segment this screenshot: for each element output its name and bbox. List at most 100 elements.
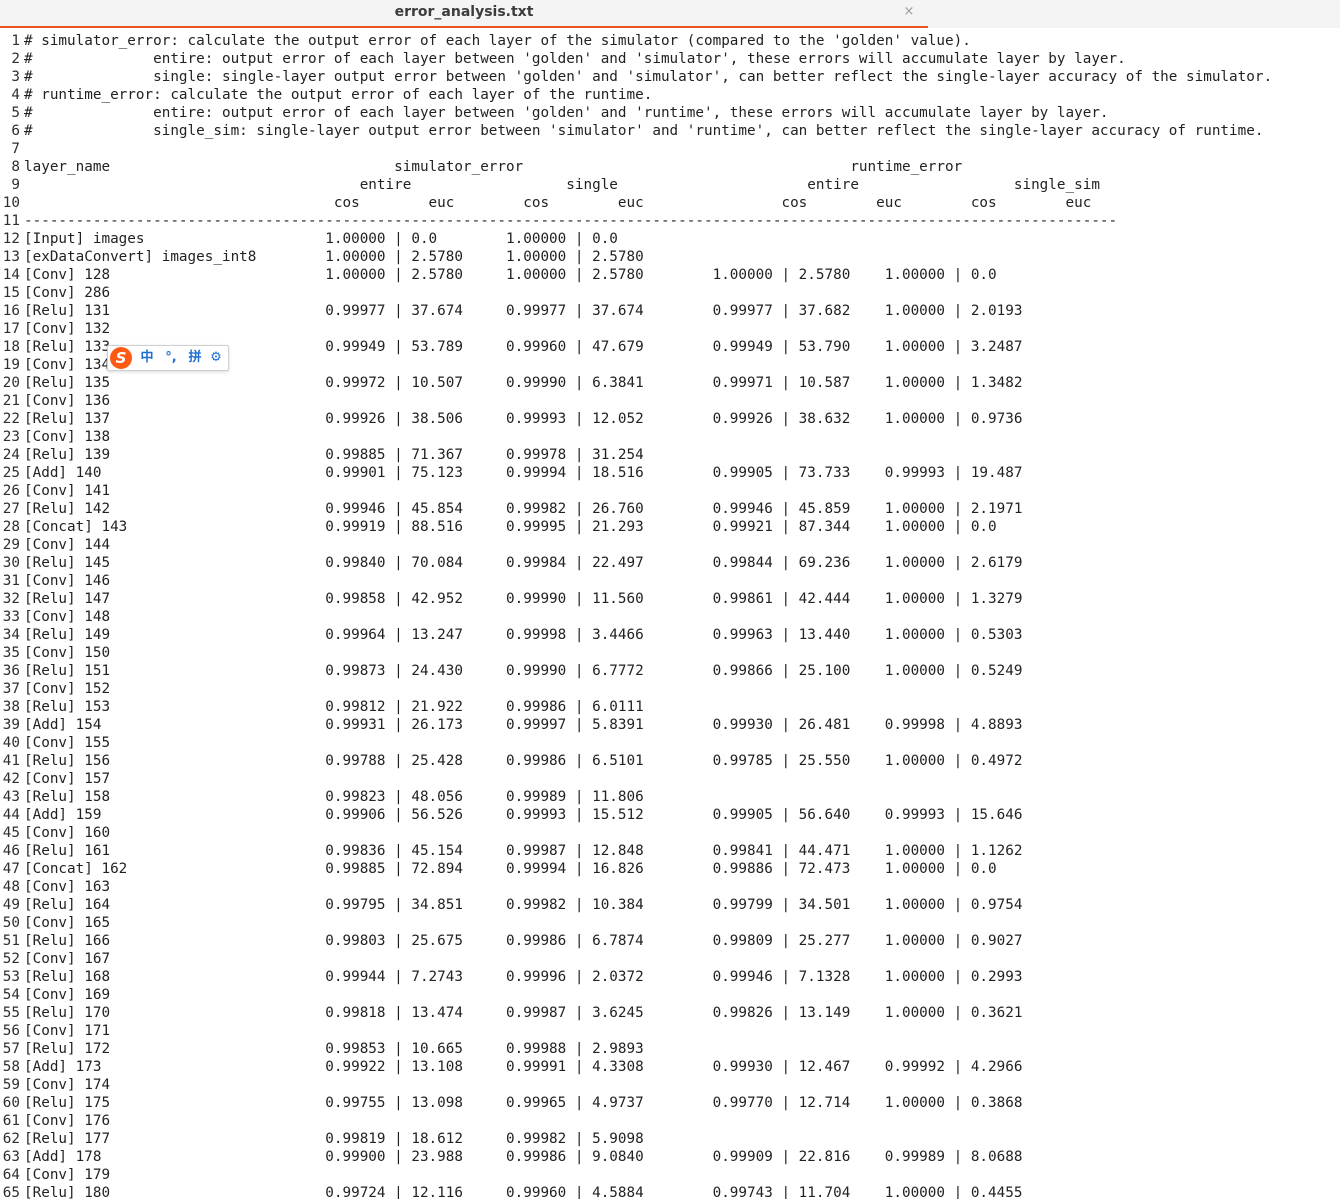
editor-line-48: 48 [Conv] 163 bbox=[0, 878, 1340, 896]
line-text: cos euc cos euc cos euc cos euc bbox=[24, 195, 1092, 211]
editor-line-28: 28 [Concat] 143 0.99919 | 88.516 0.99995 … bbox=[0, 518, 1340, 536]
line-text: [Relu] 149 0.99964 | 13.247 0.99998 | 3.… bbox=[24, 627, 1023, 643]
pinyin-toggle[interactable]: 拼 bbox=[186, 349, 204, 367]
gear-icon[interactable]: ⚙ bbox=[207, 349, 225, 367]
editor-line-65: 65 [Relu] 180 0.99724 | 12.116 0.99960 | … bbox=[0, 1184, 1340, 1199]
line-number: 60 bbox=[2, 1095, 20, 1111]
editor-line-33: 33 [Conv] 148 bbox=[0, 608, 1340, 626]
editor-line-32: 32 [Relu] 147 0.99858 | 42.952 0.99990 | … bbox=[0, 590, 1340, 608]
editor-line-37: 37 [Conv] 152 bbox=[0, 680, 1340, 698]
line-text: [Relu] 175 0.99755 | 13.098 0.99965 | 4.… bbox=[24, 1095, 1023, 1111]
editor-line-50: 50 [Conv] 165 bbox=[0, 914, 1340, 932]
punctuation-toggle[interactable]: °, bbox=[160, 349, 182, 367]
text-editor-window: error_analysis.txt × 1 # simulator_error:… bbox=[0, 0, 1340, 1199]
line-number: 38 bbox=[2, 699, 20, 715]
line-number: 47 bbox=[2, 861, 20, 877]
chinese-mode-toggle[interactable]: 中 bbox=[138, 349, 156, 367]
tab-title: error_analysis.txt bbox=[394, 4, 534, 20]
line-number: 26 bbox=[2, 483, 20, 499]
line-number: 42 bbox=[2, 771, 20, 787]
line-text: [Relu] 142 0.99946 | 45.854 0.99982 | 26… bbox=[24, 501, 1023, 517]
line-number: 20 bbox=[2, 375, 20, 391]
line-number: 58 bbox=[2, 1059, 20, 1075]
editor-line-3: 3 # single: single-layer output error bet… bbox=[0, 68, 1340, 86]
text-editor-content[interactable]: 1 # simulator_error: calculate the output… bbox=[0, 32, 1340, 1199]
line-number: 33 bbox=[2, 609, 20, 625]
line-number: 35 bbox=[2, 645, 20, 661]
line-text: [Conv] 136 bbox=[24, 393, 111, 409]
editor-line-61: 61 [Conv] 176 bbox=[0, 1112, 1340, 1130]
editor-line-22: 22 [Relu] 137 0.99926 | 38.506 0.99993 | … bbox=[0, 410, 1340, 428]
editor-line-29: 29 [Conv] 144 bbox=[0, 536, 1340, 554]
line-number: 5 bbox=[11, 105, 20, 121]
editor-line-7: 7 bbox=[0, 140, 1340, 158]
editor-line-51: 51 [Relu] 166 0.99803 | 25.675 0.99986 | … bbox=[0, 932, 1340, 950]
editor-line-52: 52 [Conv] 167 bbox=[0, 950, 1340, 968]
editor-line-31: 31 [Conv] 146 bbox=[0, 572, 1340, 590]
line-text: [Conv] 176 bbox=[24, 1113, 111, 1129]
line-text: # single: single-layer output error betw… bbox=[24, 69, 1273, 85]
editor-line-11: 11 --------------------------------------… bbox=[0, 212, 1340, 230]
editor-line-16: 16 [Relu] 131 0.99977 | 37.674 0.99977 | … bbox=[0, 302, 1340, 320]
editor-line-9: 9 entire single entire single_sim bbox=[0, 176, 1340, 194]
line-number: 6 bbox=[11, 123, 20, 139]
tab-error-analysis[interactable]: error_analysis.txt × bbox=[0, 0, 928, 28]
editor-line-40: 40 [Conv] 155 bbox=[0, 734, 1340, 752]
editor-line-21: 21 [Conv] 136 bbox=[0, 392, 1340, 410]
line-number: 13 bbox=[2, 249, 20, 265]
editor-line-54: 54 [Conv] 169 bbox=[0, 986, 1340, 1004]
line-text: [Conv] 132 bbox=[24, 321, 111, 337]
editor-line-1: 1 # simulator_error: calculate the output… bbox=[0, 32, 1340, 50]
editor-line-46: 46 [Relu] 161 0.99836 | 45.154 0.99987 | … bbox=[0, 842, 1340, 860]
line-number: 31 bbox=[2, 573, 20, 589]
line-number: 50 bbox=[2, 915, 20, 931]
editor-line-20: 20 [Relu] 135 0.99972 | 10.507 0.99990 | … bbox=[0, 374, 1340, 392]
editor-line-14: 14 [Conv] 128 1.00000 | 2.5780 1.00000 | … bbox=[0, 266, 1340, 284]
line-text: [Relu] 151 0.99873 | 24.430 0.99990 | 6.… bbox=[24, 663, 1023, 679]
line-number: 3 bbox=[11, 69, 20, 85]
editor-line-64: 64 [Conv] 179 bbox=[0, 1166, 1340, 1184]
line-text: [Conv] 171 bbox=[24, 1023, 111, 1039]
sogou-logo-icon[interactable]: S bbox=[110, 347, 132, 369]
close-icon[interactable]: × bbox=[900, 3, 918, 21]
editor-line-47: 47 [Concat] 162 0.99885 | 72.894 0.99994 … bbox=[0, 860, 1340, 878]
line-number: 45 bbox=[2, 825, 20, 841]
editor-line-44: 44 [Add] 159 0.99906 | 56.526 0.99993 | 1… bbox=[0, 806, 1340, 824]
line-number: 36 bbox=[2, 663, 20, 679]
line-text: [Relu] 168 0.99944 | 7.2743 0.99996 | 2.… bbox=[24, 969, 1023, 985]
line-text: [Relu] 139 0.99885 | 71.367 0.99978 | 31… bbox=[24, 447, 644, 463]
line-number: 10 bbox=[2, 195, 20, 211]
line-number: 34 bbox=[2, 627, 20, 643]
line-text: [Relu] 153 0.99812 | 21.922 0.99986 | 6.… bbox=[24, 699, 644, 715]
editor-line-15: 15 [Conv] 286 bbox=[0, 284, 1340, 302]
line-text: [Conv] 141 bbox=[24, 483, 111, 499]
line-number: 12 bbox=[2, 231, 20, 247]
line-number: 24 bbox=[2, 447, 20, 463]
line-text: [Conv] 160 bbox=[24, 825, 111, 841]
editor-line-62: 62 [Relu] 177 0.99819 | 18.612 0.99982 | … bbox=[0, 1130, 1340, 1148]
line-text: [Conv] 144 bbox=[24, 537, 111, 553]
line-text: # entire: output error of each layer bet… bbox=[24, 51, 1126, 67]
line-number: 37 bbox=[2, 681, 20, 697]
line-number: 8 bbox=[11, 159, 20, 175]
editor-line-59: 59 [Conv] 174 bbox=[0, 1076, 1340, 1094]
line-number: 61 bbox=[2, 1113, 20, 1129]
line-number: 18 bbox=[2, 339, 20, 355]
line-text: [Conv] 148 bbox=[24, 609, 111, 625]
line-number: 40 bbox=[2, 735, 20, 751]
line-text: [Relu] 177 0.99819 | 18.612 0.99982 | 5.… bbox=[24, 1131, 644, 1147]
line-text: [Relu] 137 0.99926 | 38.506 0.99993 | 12… bbox=[24, 411, 1023, 427]
line-text: [Relu] 172 0.99853 | 10.665 0.99988 | 2.… bbox=[24, 1041, 644, 1057]
line-text: [Conv] 169 bbox=[24, 987, 111, 1003]
line-text: [Relu] 166 0.99803 | 25.675 0.99986 | 6.… bbox=[24, 933, 1023, 949]
line-text: [Add] 178 0.99900 | 23.988 0.99986 | 9.0… bbox=[24, 1149, 1023, 1165]
line-number: 2 bbox=[11, 51, 20, 67]
line-number: 21 bbox=[2, 393, 20, 409]
editor-line-53: 53 [Relu] 168 0.99944 | 7.2743 0.99996 | … bbox=[0, 968, 1340, 986]
line-text: layer_name simulator_error runtime_error bbox=[24, 159, 963, 175]
editor-line-23: 23 [Conv] 138 bbox=[0, 428, 1340, 446]
editor-line-2: 2 # entire: output error of each layer be… bbox=[0, 50, 1340, 68]
editor-line-27: 27 [Relu] 142 0.99946 | 45.854 0.99982 | … bbox=[0, 500, 1340, 518]
line-text: [Conv] 146 bbox=[24, 573, 111, 589]
line-number: 32 bbox=[2, 591, 20, 607]
